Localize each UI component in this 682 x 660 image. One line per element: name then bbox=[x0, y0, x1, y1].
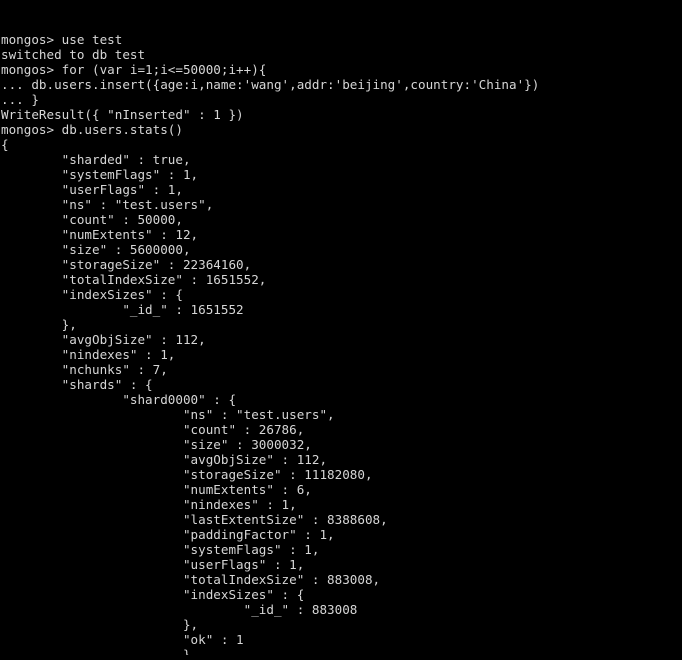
terminal-line: "userFlags" : 1, bbox=[1, 182, 183, 197]
terminal-line: "ns" : "test.users", bbox=[1, 197, 214, 212]
terminal-line: WriteResult({ "nInserted" : 1 }) bbox=[1, 107, 244, 122]
terminal-line: "systemFlags" : 1, bbox=[1, 542, 320, 557]
terminal-line: "numExtents" : 12, bbox=[1, 227, 199, 242]
terminal-line: "sharded" : true, bbox=[1, 152, 191, 167]
terminal-line: }, bbox=[1, 617, 199, 632]
terminal-line: "numExtents" : 6, bbox=[1, 482, 312, 497]
terminal-line: "indexSizes" : { bbox=[1, 587, 305, 602]
terminal-line: "totalIndexSize" : 1651552, bbox=[1, 272, 267, 287]
terminal-line: "ns" : "test.users", bbox=[1, 407, 335, 422]
terminal-line-list: mongos> use test switched to db test mongo… bbox=[1, 32, 682, 655]
terminal-line: "paddingFactor" : 1, bbox=[1, 527, 335, 542]
terminal-line: "avgObjSize" : 112, bbox=[1, 452, 328, 467]
terminal-line: mongos> db.users.stats() bbox=[1, 122, 183, 137]
terminal-line: "ok" : 1 bbox=[1, 632, 244, 647]
terminal-line: "nindexes" : 1, bbox=[1, 347, 176, 362]
terminal-line: "avgObjSize" : 112, bbox=[1, 332, 206, 347]
terminal-line: { bbox=[1, 137, 9, 152]
terminal-line: mongos> for (var i=1;i<=50000;i++){ bbox=[1, 62, 267, 77]
terminal-line: "count" : 26786, bbox=[1, 422, 305, 437]
terminal-line: "nchunks" : 7, bbox=[1, 362, 168, 377]
terminal-line: ... db.users.insert({age:i,name:'wang',a… bbox=[1, 77, 540, 92]
terminal-line: "_id_" : 1651552 bbox=[1, 302, 244, 317]
terminal-line: "count" : 50000, bbox=[1, 212, 183, 227]
terminal-output-pane[interactable]: mongos> use test switched to db test mongo… bbox=[0, 0, 682, 660]
terminal-line: }, bbox=[1, 317, 77, 332]
terminal-line: "userFlags" : 1, bbox=[1, 557, 305, 572]
terminal-line: "shards" : { bbox=[1, 377, 153, 392]
terminal-line: "lastExtentSize" : 8388608, bbox=[1, 512, 388, 527]
terminal-line: mongos> use test bbox=[1, 32, 123, 47]
terminal-line: "_id_" : 883008 bbox=[1, 602, 358, 617]
terminal-line: switched to db test bbox=[1, 47, 146, 62]
terminal-line-partial: } bbox=[1, 647, 191, 655]
terminal-line: ... } bbox=[1, 92, 39, 107]
terminal-line: "totalIndexSize" : 883008, bbox=[1, 572, 381, 587]
terminal-line: "indexSizes" : { bbox=[1, 287, 183, 302]
terminal-line: "shard0000" : { bbox=[1, 392, 237, 407]
terminal-line: "size" : 3000032, bbox=[1, 437, 312, 452]
terminal-line: "systemFlags" : 1, bbox=[1, 167, 199, 182]
terminal-line: "nindexes" : 1, bbox=[1, 497, 297, 512]
terminal-line: "size" : 5600000, bbox=[1, 242, 191, 257]
terminal-line: "storageSize" : 22364160, bbox=[1, 257, 252, 272]
terminal-line: "storageSize" : 11182080, bbox=[1, 467, 373, 482]
